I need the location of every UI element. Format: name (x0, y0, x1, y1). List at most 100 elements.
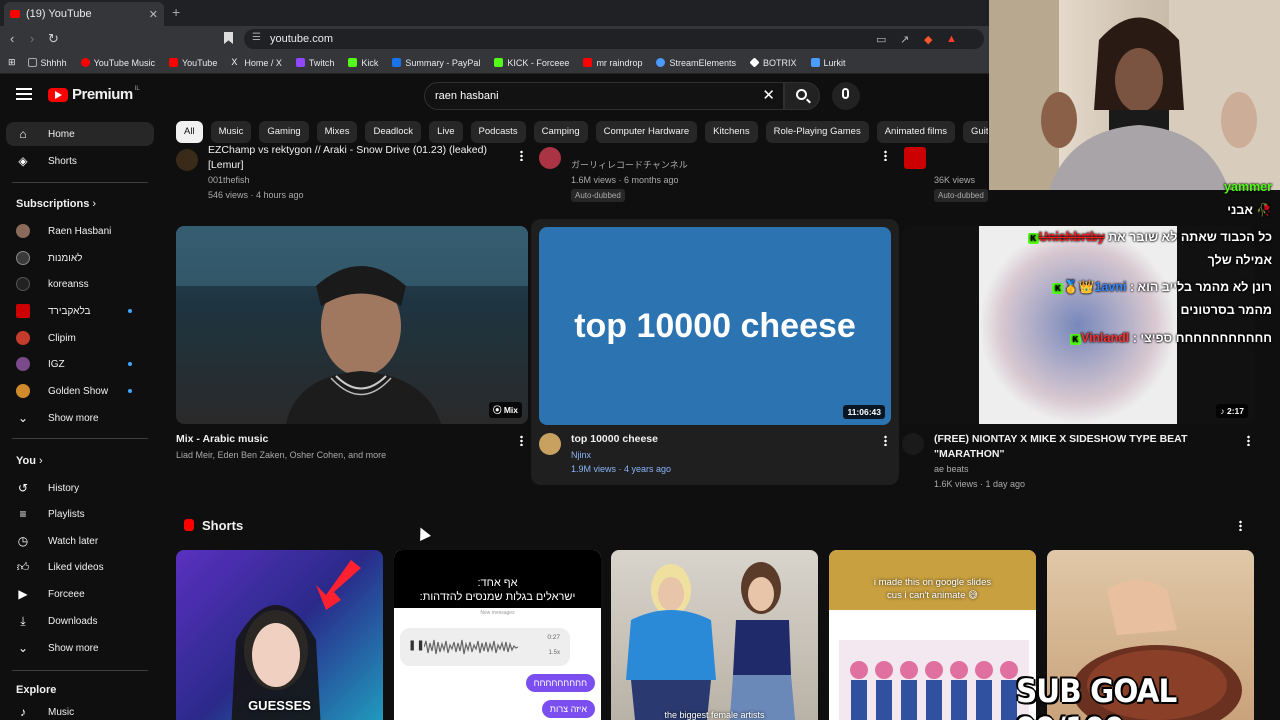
reload-icon[interactable]: ↻ (48, 31, 59, 47)
apps-icon[interactable]: ⊞ (8, 57, 16, 68)
cast-icon[interactable]: ▭ (876, 33, 886, 46)
channel-avatar (16, 384, 30, 398)
chip[interactable]: Deadlock (365, 121, 422, 143)
short-caption: GUESSES (248, 698, 311, 713)
thumbnail-text: top 10000 cheese (574, 307, 856, 345)
more-options-icon[interactable] (884, 150, 887, 161)
video-title[interactable]: Mix - Arabic music (176, 432, 268, 447)
short-thumbnail[interactable]: i made this on google slides cus i can't… (829, 550, 1036, 720)
clear-search-icon[interactable]: ✕ (762, 86, 775, 104)
voice-search-button[interactable] (832, 82, 860, 110)
site-info-icon[interactable]: ☰ (252, 32, 261, 43)
sidebar-item-shorts[interactable]: ◈ Shorts (0, 149, 152, 173)
video-thumbnail[interactable]: ⦿ Mix (176, 226, 528, 424)
sidebar-item-subscription[interactable]: Raen Hasbani (0, 219, 152, 243)
more-options-icon[interactable] (1239, 520, 1242, 531)
sidebar-item-label: Liked videos (48, 561, 104, 573)
sidebar-item-forceee[interactable]: ▶ Forceee (0, 582, 152, 606)
sidebar-item-liked-videos[interactable]: 👍︎ Liked videos (0, 555, 152, 579)
chip[interactable]: Computer Hardware (595, 121, 698, 143)
bookmark-item[interactable]: Kick (348, 58, 378, 68)
bookmark-item[interactable]: KICK - Forceee (494, 58, 569, 68)
video-channel[interactable]: ガーリィレコードチャンネル (571, 158, 688, 172)
show-more-you[interactable]: ⌄ Show more (0, 636, 152, 660)
video-title[interactable]: top 10000 cheese (571, 432, 658, 447)
bookmark-item[interactable]: YouTube Music (80, 58, 155, 68)
more-options-icon[interactable] (884, 435, 887, 446)
youtube-icon (168, 58, 178, 67)
sidebar-item-subscription[interactable]: Clipim (0, 326, 152, 350)
channel-avatar[interactable] (539, 433, 561, 455)
chip[interactable]: Live (429, 121, 463, 143)
video-thumbnail[interactable]: top 10000 cheese 11:06:43 (539, 227, 891, 425)
more-options-icon[interactable] (520, 150, 523, 161)
sidebar-item-watch-later[interactable]: ◷ Watch later (0, 529, 152, 553)
bookmark-icon[interactable] (224, 32, 233, 44)
subscriptions-heading[interactable]: Subscriptions › (16, 198, 96, 210)
more-options-icon[interactable] (520, 435, 523, 446)
bookmark-item[interactable]: Lurkit (810, 58, 846, 68)
top-video-row: EZChamp vs rektygon // Araki - Snow Driv… (160, 143, 990, 205)
short-thumbnail[interactable]: GUESSES (176, 550, 383, 720)
sidebar-item-subscription[interactable]: Golden Show (0, 379, 152, 403)
sidebar-item-subscription[interactable]: לאומנות (0, 246, 152, 270)
youtube-premium-logo[interactable]: Premium IL (48, 86, 140, 103)
sidebar-item-subscription[interactable]: בלאקבירד (0, 299, 152, 323)
sidebar-item-history[interactable]: ↺ History (0, 476, 152, 500)
brave-shield-icon[interactable]: ◆ (924, 33, 932, 46)
video-title[interactable]: EZChamp vs rektygon // Araki - Snow Driv… (208, 143, 498, 173)
bookmark-item[interactable]: Shhhh (27, 58, 67, 68)
chip[interactable]: Kitchens (705, 121, 758, 143)
sidebar-item-playlists[interactable]: ≡ Playlists (0, 502, 152, 526)
bookmark-item[interactable]: StreamElements (656, 58, 736, 68)
channel-avatar[interactable] (904, 147, 926, 169)
new-tab-icon[interactable]: + (172, 4, 180, 20)
chip-all[interactable]: All (176, 121, 203, 143)
back-icon[interactable]: ‹ (10, 31, 14, 46)
you-heading[interactable]: You › (16, 455, 43, 467)
close-tab-icon[interactable]: ✕ (149, 8, 158, 21)
browser-tab[interactable]: (19) YouTube ✕ (4, 2, 164, 26)
bookmark-item[interactable]: BOTRIX (749, 57, 797, 68)
video-channel[interactable]: Njinx (571, 448, 591, 462)
bookmark-item[interactable]: mr raindrop (583, 58, 642, 68)
sidebar-item-home[interactable]: ⌂ Home (6, 122, 154, 146)
sidebar-item-music[interactable]: ♪ Music (0, 700, 152, 720)
search-button[interactable] (784, 82, 820, 110)
bookmark-item[interactable]: Twitch (295, 58, 334, 68)
channel-avatar[interactable] (176, 149, 198, 171)
channel-avatar[interactable] (539, 147, 561, 169)
chip[interactable]: Animated films (876, 121, 956, 143)
menu-icon[interactable] (16, 88, 32, 100)
bookmark-item[interactable]: Summary - PayPal (392, 58, 480, 68)
share-icon[interactable]: ↗ (900, 33, 909, 46)
short-thumbnail[interactable]: the biggest female artists (611, 550, 818, 720)
sidebar-item-downloads[interactable]: ⤓ Downloads (0, 609, 152, 633)
badge-text: Mix (503, 405, 518, 415)
sidebar-item-subscription[interactable]: koreanss (0, 272, 152, 296)
forward-icon[interactable]: › (30, 31, 34, 46)
chip[interactable]: Role-Playing Games (765, 121, 869, 143)
chat-user: 1avni (1094, 280, 1127, 294)
channel-avatar[interactable] (902, 433, 924, 455)
video-channel[interactable]: 001thefish (208, 173, 250, 187)
video-title[interactable]: (FREE) NIONTAY X MIKE X SIDESHOW TYPE BE… (934, 432, 1224, 462)
show-more-subscriptions[interactable]: ⌄ Show more (0, 406, 152, 430)
chip[interactable]: Gaming (259, 121, 309, 143)
sidebar-item-subscription[interactable]: IGZ (0, 352, 152, 376)
chip[interactable]: Mixes (316, 121, 358, 143)
rewards-icon[interactable]: ▲ (946, 33, 957, 45)
sidebar-item-label: Playlists (48, 508, 85, 520)
more-options-icon[interactable] (1247, 435, 1250, 446)
bookmark-item[interactable]: X Home / X (231, 58, 282, 68)
chip[interactable]: Music (210, 121, 252, 143)
bookmark-item[interactable]: YouTube (168, 58, 217, 68)
chip[interactable]: Camping (533, 121, 588, 143)
chip[interactable]: Guita (963, 121, 988, 143)
short-thumbnail[interactable]: אף אחד: ישראלים בגלות שמנסים להזדהות: Ne… (394, 550, 601, 720)
search-input[interactable]: raen hasbani ✕ (424, 82, 784, 110)
url-input[interactable]: ☰ youtube.com (244, 29, 984, 49)
voice-speed: 1.5x (548, 650, 560, 656)
chip[interactable]: Podcasts (470, 121, 526, 143)
video-channel[interactable]: ae beats (934, 462, 969, 476)
